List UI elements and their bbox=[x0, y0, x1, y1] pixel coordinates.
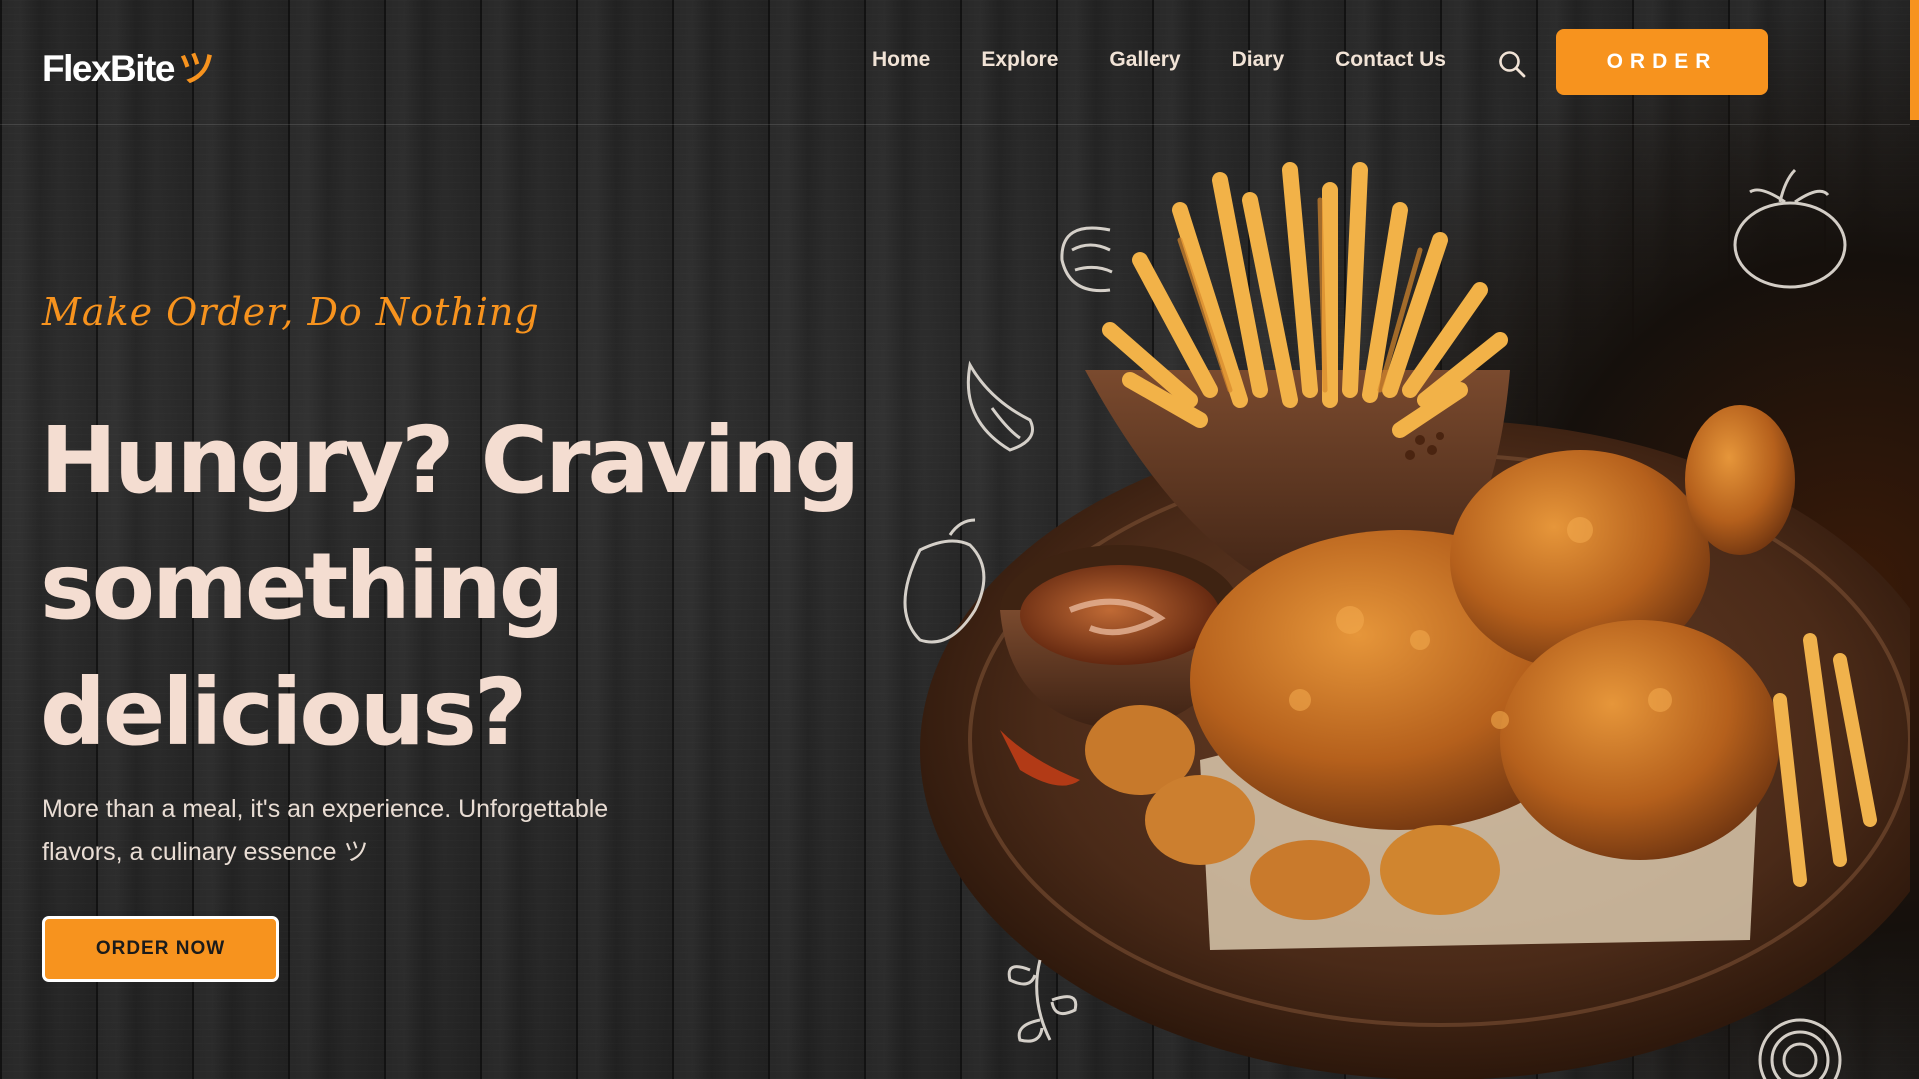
description-line-2: flavors, a culinary essence ツ bbox=[42, 838, 369, 866]
search-icon[interactable] bbox=[1498, 50, 1526, 78]
description-line-1: More than a meal, it's an experience. Un… bbox=[42, 795, 609, 823]
brand-logo[interactable]: FlexBite ツ bbox=[42, 38, 215, 92]
nav-gallery[interactable]: Gallery bbox=[1109, 48, 1180, 72]
food-illustration bbox=[903, 162, 1910, 1079]
onion-doodle-icon bbox=[1758, 1018, 1842, 1079]
brand-name: FlexBite bbox=[42, 48, 175, 89]
scrollbar-thumb[interactable] bbox=[1910, 0, 1919, 120]
main-nav: Home Explore Gallery Diary Contact Us bbox=[872, 48, 1497, 72]
nav-home[interactable]: Home bbox=[872, 48, 930, 72]
garlic-doodle-icon bbox=[966, 360, 1034, 452]
nav-diary[interactable]: Diary bbox=[1232, 48, 1285, 72]
order-button[interactable]: ORDER bbox=[1556, 29, 1768, 95]
site-header: FlexBite ツ Home Explore Gallery Diary Con… bbox=[0, 0, 1910, 125]
nav-contact-us[interactable]: Contact Us bbox=[1335, 48, 1446, 72]
brand-smile: ツ bbox=[177, 48, 215, 89]
headline-line-1: Hungry? Craving bbox=[40, 407, 860, 514]
hero-tagline: Make Order, Do Nothing bbox=[42, 290, 540, 334]
order-now-button[interactable]: ORDER NOW bbox=[42, 916, 279, 982]
headline-line-3: delicious? bbox=[40, 659, 527, 766]
hero-description: More than a meal, it's an experience. Un… bbox=[42, 788, 682, 874]
shrimp-doodle-icon bbox=[1060, 226, 1113, 293]
hero-headline: Hungry? Craving something delicious? bbox=[40, 398, 900, 776]
nav-explore[interactable]: Explore bbox=[981, 48, 1058, 72]
headline-line-2: something bbox=[40, 533, 565, 640]
tomato-doodle-icon bbox=[1733, 168, 1847, 289]
